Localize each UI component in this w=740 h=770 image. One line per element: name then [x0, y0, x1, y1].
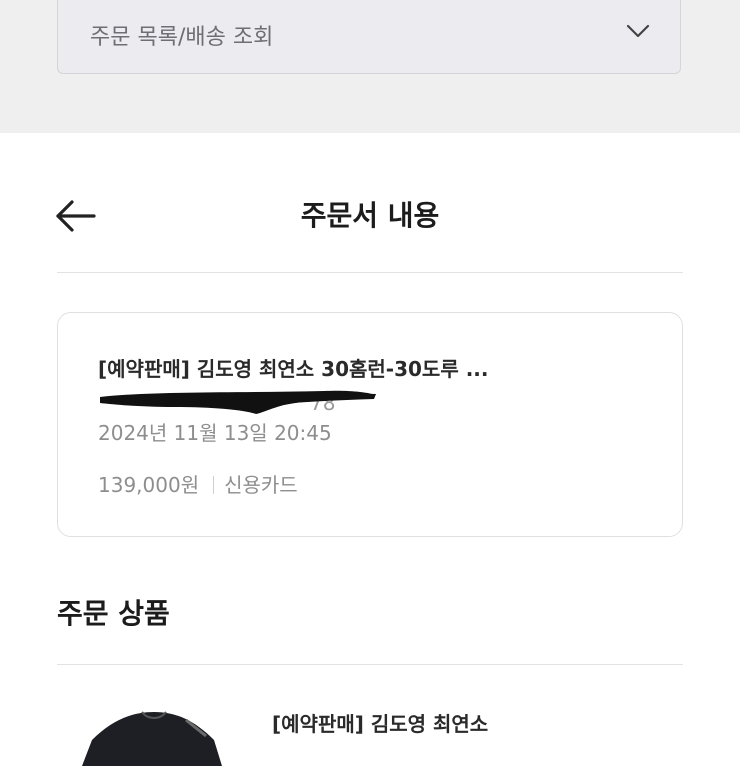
section-divider — [57, 664, 683, 665]
product-thumbnail[interactable] — [82, 706, 222, 766]
chevron-down-icon — [626, 24, 650, 38]
order-date: 2024년 11월 13일 20:45 — [98, 421, 332, 445]
section-title-order-items: 주문 상품 — [57, 597, 170, 630]
dropdown-selected-label: 주문 목록/배송 조회 — [90, 25, 274, 50]
product-name[interactable]: [예약판매] 김도영 최연소 — [272, 708, 488, 737]
payment-method: 신용카드 — [224, 473, 298, 497]
separator — [213, 476, 215, 494]
header-divider — [57, 272, 683, 273]
order-summary-card[interactable]: [예약판매] 김도영 최연소 30홈런-30도루 ... 78 2024년 11… — [57, 312, 683, 537]
order-list-dropdown[interactable]: 주문 목록/배송 조회 — [57, 0, 681, 74]
page-title: 주문서 내용 — [300, 199, 440, 232]
redaction-mark — [100, 390, 376, 414]
jersey-image — [82, 711, 222, 766]
page-header: 주문서 내용 — [0, 170, 740, 260]
order-payment-line: 139,000원 신용카드 — [98, 469, 298, 498]
order-amount: 139,000원 — [98, 473, 200, 497]
order-title: [예약판매] 김도영 최연소 30홈런-30도루 ... — [98, 357, 489, 381]
top-area: 주문 목록/배송 조회 — [0, 0, 740, 133]
